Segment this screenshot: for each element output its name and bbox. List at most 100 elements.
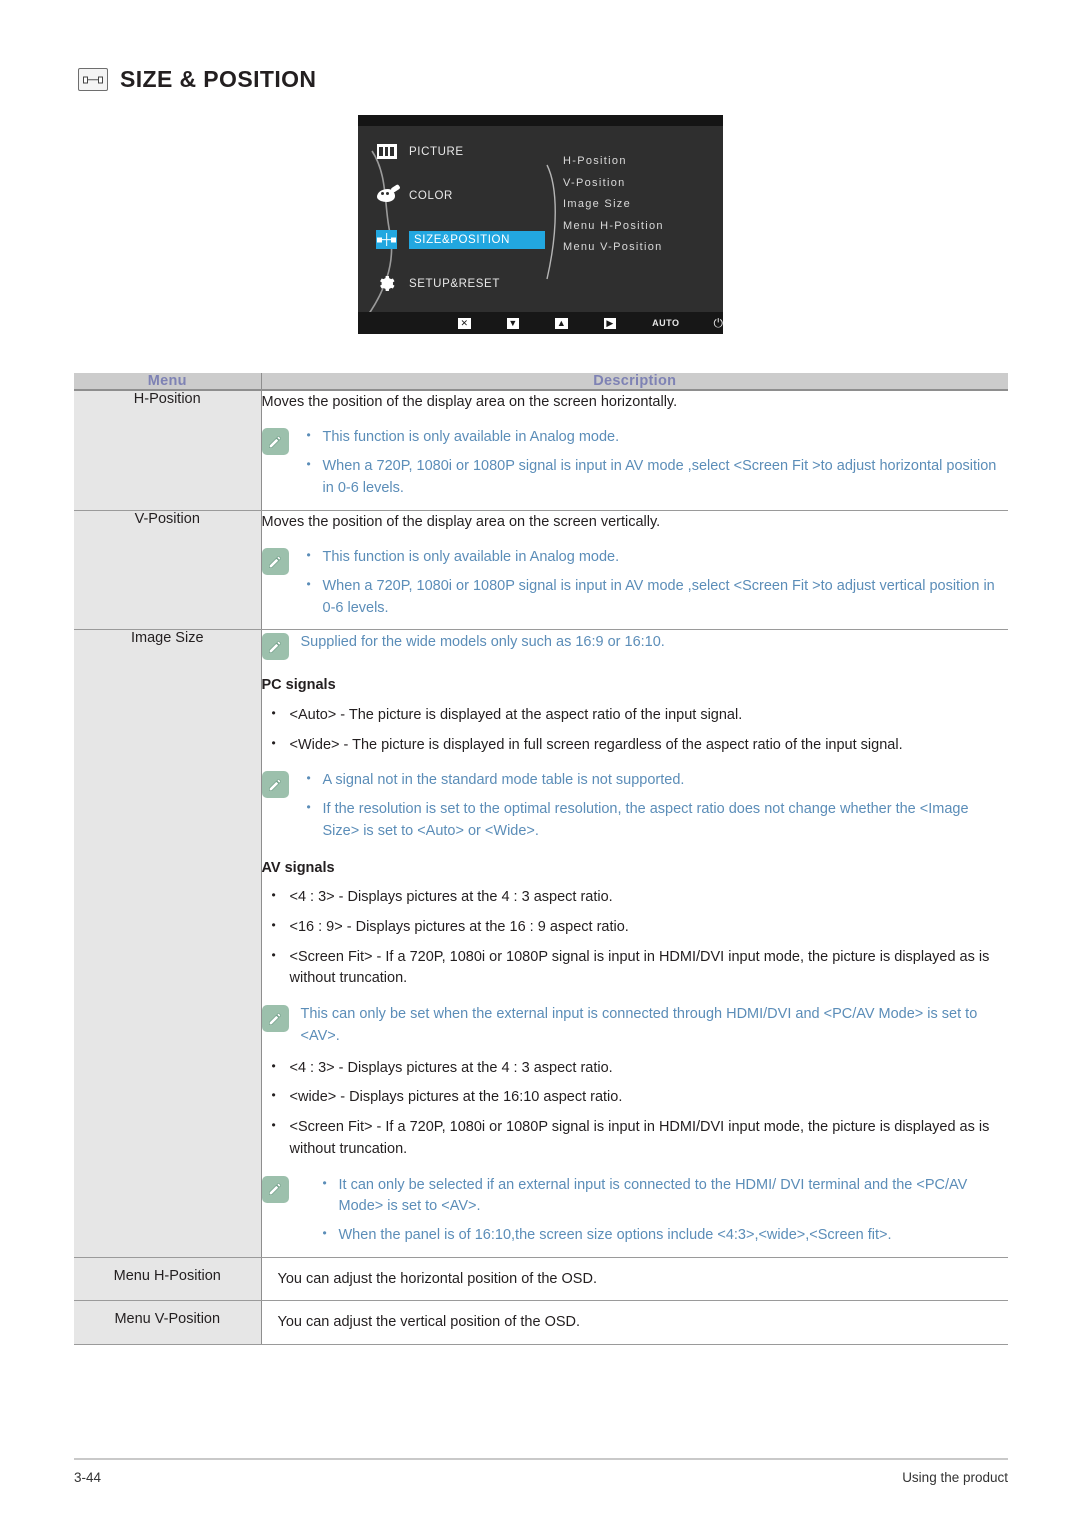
menu-description-table: Menu Description H-Position Moves the po… xyxy=(74,373,1008,1345)
up-button[interactable]: ▲ xyxy=(555,317,568,329)
osd-submenu-item[interactable]: H-Position xyxy=(563,151,664,173)
footer-section-label: Using the product xyxy=(902,1470,1008,1485)
note-list: It can only be selected if an external i… xyxy=(317,1174,1009,1247)
description-intro: Moves the position of the display area o… xyxy=(261,394,678,410)
exit-button[interactable]: ✕ xyxy=(458,317,471,329)
menu-name-cell: Menu V-Position xyxy=(74,1300,262,1345)
note-list: This function is only available in Analo… xyxy=(301,546,1009,620)
osd-item-label: COLOR xyxy=(409,189,453,202)
osd-submenu-item[interactable]: V-Position xyxy=(563,173,664,195)
osd-submenu-list: H-Position V-Position Image Size Menu H-… xyxy=(563,151,664,259)
osd-submenu-item[interactable]: Image Size xyxy=(563,194,664,216)
power-icon[interactable]: ⏻ xyxy=(713,317,723,329)
list-item: <wide> - Displays pictures at the 16:10 … xyxy=(262,1086,1009,1109)
table-row: V-Position Moves the position of the dis… xyxy=(74,510,1009,631)
footer-divider xyxy=(74,1458,1008,1460)
size-position-icon xyxy=(78,68,108,91)
menu-name-cell: Menu H-Position xyxy=(74,1257,262,1302)
column-header-description: Description xyxy=(261,373,1008,391)
chevron-up-icon: ▲ xyxy=(556,317,566,328)
menu-name-cell: Image Size xyxy=(74,629,262,1258)
osd-submenu-item[interactable]: Menu V-Position xyxy=(563,237,664,259)
page-title: SIZE & POSITION xyxy=(78,66,316,93)
list-item: <Screen Fit> - If a 720P, 1080i or 1080P… xyxy=(262,1116,1009,1161)
table-row: Menu V-Position You can adjust the verti… xyxy=(74,1300,1008,1345)
note-list: Supplied for the wide models only such a… xyxy=(301,632,1009,654)
osd-item-setup-reset[interactable]: SETUP&RESET xyxy=(376,269,576,298)
color-palette-icon xyxy=(376,186,397,205)
gear-icon xyxy=(376,274,397,293)
list-item: <Screen Fit> - If a 720P, 1080i or 1080P… xyxy=(262,946,1009,991)
footer-page-number: 3-44 xyxy=(74,1470,102,1485)
osd-item-picture[interactable]: PICTURE xyxy=(376,137,576,166)
osd-item-label: SIZE&POSITION xyxy=(409,230,545,249)
note-item: A signal not in the standard mode table … xyxy=(301,769,1009,792)
page-title-text: SIZE & POSITION xyxy=(120,66,317,92)
osd-submenu-item[interactable]: Menu H-Position xyxy=(563,216,664,238)
note-list: This function is only available in Analo… xyxy=(301,426,1009,500)
osd-item-color[interactable]: COLOR xyxy=(376,181,576,210)
note-block: This function is only available in Analo… xyxy=(261,546,1009,620)
osd-item-size-position[interactable]: SIZE&POSITION xyxy=(376,225,576,254)
down-button[interactable]: ▼ xyxy=(506,317,520,329)
note-pencil-icon xyxy=(261,1175,289,1203)
osd-button-bar: ✕ ▼ ▲ ▶ AUTO ⏻ xyxy=(358,312,723,334)
note-pencil-icon xyxy=(261,548,289,576)
description-cell: Moves the position of the display area o… xyxy=(261,510,1009,631)
pc-signals-heading: PC signals xyxy=(261,677,336,694)
picture-icon xyxy=(376,142,397,161)
list-item: <16 : 9> - Displays pictures at the 16 :… xyxy=(262,916,1009,939)
osd-item-label: PICTURE xyxy=(409,145,464,158)
table-row: Menu H-Position You can adjust the horiz… xyxy=(74,1257,1008,1302)
note-block: A signal not in the standard mode table … xyxy=(261,769,1009,843)
av-signals-list-2: <4 : 3> - Displays pictures at the 4 : 3… xyxy=(262,1057,1009,1161)
osd-menu-screenshot: PICTURE COLOR SIZE&POSITION SETUP&RESET … xyxy=(358,115,723,334)
note-item: When the panel is of 16:10,the screen si… xyxy=(317,1224,1009,1247)
size-position-icon xyxy=(376,230,397,249)
list-item: <Auto> - The picture is displayed at the… xyxy=(262,704,1009,727)
list-item: <Wide> - The picture is displayed in ful… xyxy=(262,734,1009,757)
note-pencil-icon xyxy=(261,428,289,456)
column-header-menu: Menu xyxy=(74,373,262,391)
table-header-row: Menu Description xyxy=(74,373,1008,391)
note-item: This function is only available in Analo… xyxy=(301,426,1009,449)
note-pencil-icon xyxy=(261,1005,289,1033)
description-intro: Moves the position of the display area o… xyxy=(261,513,661,530)
note-block: Supplied for the wide models only such a… xyxy=(261,632,1009,661)
menu-name-cell: V-Position xyxy=(74,510,262,631)
table-row: Image Size Supplied for the wide models … xyxy=(74,629,1009,1258)
osd-top-bar xyxy=(358,115,723,126)
enter-button[interactable]: ▶ xyxy=(603,317,617,329)
table-row: H-Position Moves the position of the dis… xyxy=(74,390,1009,511)
note-item: This function is only available in Analo… xyxy=(301,546,1009,569)
note-pencil-icon xyxy=(261,633,289,661)
note-item: When a 720P, 1080i or 1080P signal is in… xyxy=(301,455,1009,500)
osd-main-menu-list: PICTURE COLOR SIZE&POSITION SETUP&RESET … xyxy=(376,137,576,334)
list-item: <4 : 3> - Displays pictures at the 4 : 3… xyxy=(262,886,1009,909)
note-block: This function is only available in Analo… xyxy=(261,426,1009,500)
note-pencil-icon xyxy=(261,771,289,799)
note-item: Supplied for the wide models only such a… xyxy=(300,634,665,651)
note-block: It can only be selected if an external i… xyxy=(261,1174,1009,1247)
description-cell: Supplied for the wide models only such a… xyxy=(261,629,1009,1258)
note-item: If the resolution is set to the optimal … xyxy=(301,798,1009,843)
menu-name-cell: H-Position xyxy=(74,390,262,511)
description-cell: Moves the position of the display area o… xyxy=(261,390,1009,511)
list-item: <4 : 3> - Displays pictures at the 4 : 3… xyxy=(262,1057,1009,1080)
description-cell: You can adjust the horizontal position o… xyxy=(261,1257,1008,1302)
note-item: It can only be selected if an external i… xyxy=(317,1174,1009,1219)
note-list: This can only be set when the external i… xyxy=(301,1004,1009,1048)
note-list: A signal not in the standard mode table … xyxy=(301,769,1009,843)
note-block: This can only be set when the external i… xyxy=(261,1004,1009,1048)
osd-item-label: SETUP&RESET xyxy=(409,277,500,290)
chevron-down-icon: ▼ xyxy=(508,317,518,328)
description-cell: You can adjust the vertical position of … xyxy=(261,1300,1008,1345)
av-signals-list-1: <4 : 3> - Displays pictures at the 4 : 3… xyxy=(262,886,1009,991)
note-item: This can only be set when the external i… xyxy=(300,1006,978,1044)
play-icon: ▶ xyxy=(606,317,614,328)
av-signals-heading: AV signals xyxy=(261,859,335,876)
note-item: When a 720P, 1080i or 1080P signal is in… xyxy=(301,575,1009,620)
page-footer: 3-44 Using the product xyxy=(74,1470,1008,1485)
close-icon: ✕ xyxy=(460,317,469,328)
auto-button[interactable]: AUTO xyxy=(652,318,679,328)
